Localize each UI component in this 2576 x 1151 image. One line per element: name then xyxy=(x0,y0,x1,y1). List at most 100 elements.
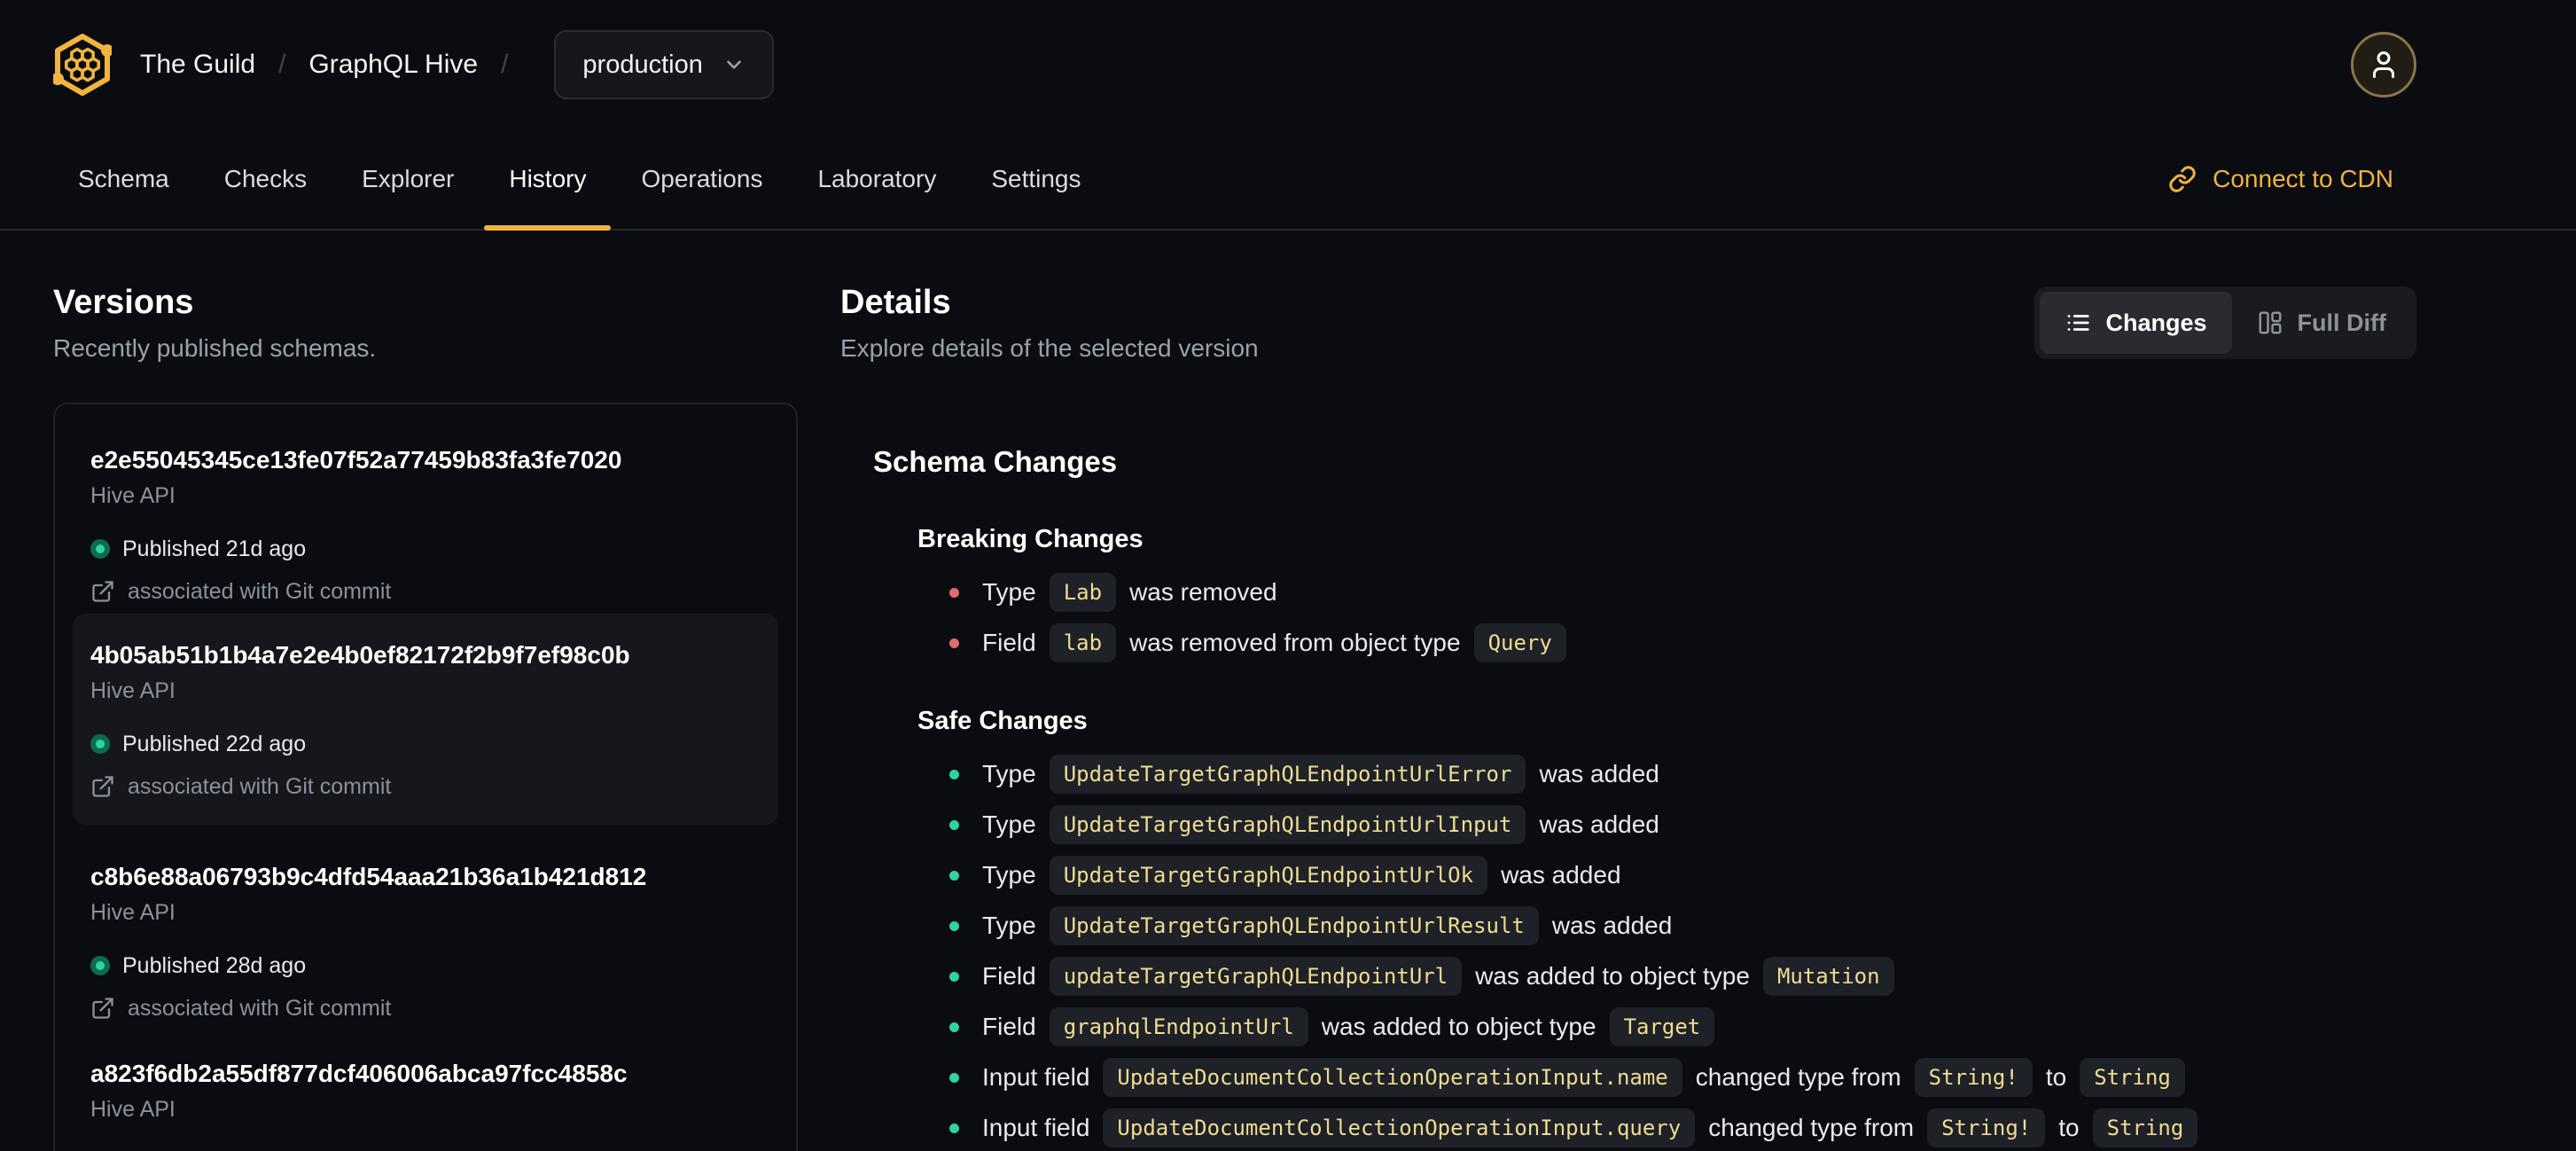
change-row: Field updateTargetGraphQLEndpointUrl was a… xyxy=(949,957,2523,996)
published-status-dot xyxy=(90,956,110,975)
code-badge: String! xyxy=(1914,1058,2033,1097)
code-badge: Mutation xyxy=(1762,957,1894,996)
breadcrumb: The Guild / GraphQL Hive / xyxy=(140,50,531,80)
change-text: was added xyxy=(1539,760,1659,787)
connect-to-cdn-label: Connect to CDN xyxy=(2213,165,2393,192)
version-service: Hive API xyxy=(90,483,176,508)
external-link-icon xyxy=(90,774,115,799)
change-group: Breaking Changes Type Lab was removed Field… xyxy=(873,523,2523,662)
version-hash: c8b6e88a06793b9c4dfd54aaa21b36a1b421d812 xyxy=(90,863,647,890)
code-badge: String xyxy=(2092,1108,2198,1147)
change-list: Type UpdateTargetGraphQLEndpointUrlError w… xyxy=(917,755,2523,1147)
connect-to-cdn-button[interactable]: Connect to CDN xyxy=(2168,129,2393,229)
full-diff-view-button[interactable]: Full Diff xyxy=(2232,292,2411,354)
code-badge: UpdateTargetGraphQLEndpointUrlResult xyxy=(1049,906,1539,945)
code-badge: Lab xyxy=(1049,573,1117,612)
published-label: Published 28d ago xyxy=(122,953,307,978)
tabs: Schema Checks Explorer History Operations Lab… xyxy=(53,129,1106,231)
split-panel-icon xyxy=(2257,309,2283,336)
change-group-title: Safe Changes xyxy=(917,707,1088,735)
chevron-down-icon xyxy=(722,53,745,76)
published-status-dot xyxy=(90,539,110,559)
change-text: was added xyxy=(1551,912,1673,939)
published-label: Published 21d ago xyxy=(122,536,307,561)
schema-changes-section: Schema Changes Breaking Changes Type Lab w… xyxy=(840,443,2523,1147)
code-badge: String xyxy=(2080,1058,2185,1097)
changes-view-button[interactable]: Changes xyxy=(2040,292,2232,354)
version-card[interactable]: 4b05ab51b1b4a7e2e4b0ef82172f2b9f7ef98c0b… xyxy=(73,614,778,825)
tab-bar: Schema Checks Explorer History Operations Lab… xyxy=(0,129,2576,231)
change-text: Field xyxy=(982,629,1036,656)
change-text: Field xyxy=(982,1013,1036,1040)
change-text: was removed xyxy=(1129,578,1277,606)
code-badge: Target xyxy=(1609,1007,1715,1046)
version-status: Published 22d ago xyxy=(90,731,761,757)
change-text: was added xyxy=(1539,810,1659,838)
hive-honeycomb-icon[interactable] xyxy=(53,32,112,98)
git-association[interactable]: associated with Git commit xyxy=(90,995,761,1022)
version-card[interactable]: c8b6e88a06793b9c4dfd54aaa21b36a1b421d812… xyxy=(55,825,796,1022)
change-group: Safe Changes Type UpdateTargetGraphQLEndp… xyxy=(873,705,2523,1147)
safe-bullet-dot xyxy=(949,971,959,982)
target-select[interactable]: production xyxy=(554,30,774,99)
change-text: was added to object type xyxy=(1321,1013,1596,1040)
version-status: Published 28d ago xyxy=(90,952,761,979)
versions-subtitle: Recently published schemas. xyxy=(53,334,377,362)
code-badge: graphqlEndpointUrl xyxy=(1049,1007,1308,1046)
tab-explorer[interactable]: Explorer xyxy=(337,129,479,229)
versions-list: e2e55045345ce13fe07f52a77459b83fa3fe7020… xyxy=(53,403,798,1151)
change-row: Input field UpdateDocumentCollectionOpera… xyxy=(949,1058,2523,1097)
version-hash: e2e55045345ce13fe07f52a77459b83fa3fe7020 xyxy=(90,446,622,474)
change-text: Input field xyxy=(982,1063,1090,1091)
breadcrumb-org[interactable]: The Guild xyxy=(140,50,255,80)
change-row: Type UpdateTargetGraphQLEndpointUrlOk was … xyxy=(949,856,2523,895)
code-badge: UpdateTargetGraphQLEndpointUrlError xyxy=(1049,755,1526,794)
tab-history[interactable]: History xyxy=(484,129,612,231)
code-badge: UpdateDocumentCollectionOperationInput.n… xyxy=(1103,1058,1682,1097)
external-link-icon xyxy=(90,996,115,1021)
change-text: was removed from object type xyxy=(1129,629,1461,656)
version-service: Hive API xyxy=(90,678,176,703)
change-text: Type xyxy=(982,861,1036,889)
change-groups: Breaking Changes Type Lab was removed Field… xyxy=(873,523,2523,1147)
code-badge: UpdateTargetGraphQLEndpointUrlInput xyxy=(1049,805,1526,844)
change-row: Type Lab was removed xyxy=(949,573,2523,612)
breaking-bullet-dot xyxy=(949,587,959,598)
change-row: Field lab was removed from object type Quer… xyxy=(949,623,2523,662)
safe-bullet-dot xyxy=(949,1022,959,1032)
safe-bullet-dot xyxy=(949,1072,959,1083)
published-status-dot xyxy=(90,734,110,754)
version-card[interactable]: e2e55045345ce13fe07f52a77459b83fa3fe7020… xyxy=(55,408,796,605)
git-association[interactable]: associated with Git commit xyxy=(90,578,761,605)
view-label: Full Diff xyxy=(2297,309,2386,336)
tab-checks[interactable]: Checks xyxy=(199,129,332,229)
link-icon xyxy=(2168,165,2197,193)
top-bar: The Guild / GraphQL Hive / production Sc… xyxy=(0,0,2576,231)
change-row: Field graphqlEndpointUrl was added to obje… xyxy=(949,1007,2523,1046)
git-association-label: associated with Git commit xyxy=(128,774,392,799)
git-association[interactable]: associated with Git commit xyxy=(90,773,761,800)
tab-operations[interactable]: Operations xyxy=(616,129,787,229)
breadcrumb-separator: / xyxy=(501,50,509,79)
tab-laboratory[interactable]: Laboratory xyxy=(792,129,961,229)
details-title-block: Details Explore details of the selected … xyxy=(840,282,1259,364)
view-label: Changes xyxy=(2105,309,2207,336)
breadcrumb-project[interactable]: GraphQL Hive xyxy=(308,50,478,80)
change-row: Type UpdateTargetGraphQLEndpointUrlResult… xyxy=(949,906,2523,945)
version-card[interactable]: a823f6db2a55df877dcf406006abca97fcc4858c… xyxy=(55,1022,796,1151)
safe-bullet-dot xyxy=(949,920,959,931)
tab-settings[interactable]: Settings xyxy=(966,129,1105,229)
safe-bullet-dot xyxy=(949,870,959,881)
user-menu-button[interactable] xyxy=(2351,32,2416,98)
version-hash: 4b05ab51b1b4a7e2e4b0ef82172f2b9f7ef98c0b xyxy=(90,641,630,669)
code-badge: String! xyxy=(1927,1108,2046,1147)
change-text: Type xyxy=(982,578,1036,606)
safe-bullet-dot xyxy=(949,769,959,779)
change-text: changed type from xyxy=(1695,1063,1901,1091)
target-select-value: production xyxy=(582,50,703,79)
list-icon xyxy=(2065,309,2091,336)
versions-panel: Versions Recently published schemas. e2e… xyxy=(53,282,798,1151)
git-association-label: associated with Git commit xyxy=(128,996,392,1021)
tab-schema[interactable]: Schema xyxy=(53,129,194,229)
version-service: Hive API xyxy=(90,1097,176,1122)
